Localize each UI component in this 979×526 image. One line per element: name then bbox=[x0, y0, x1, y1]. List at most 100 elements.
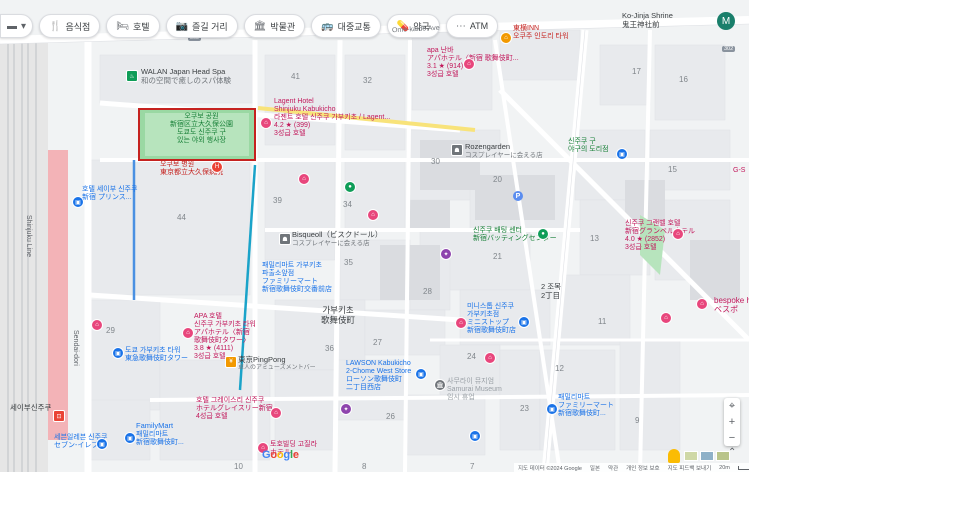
shop-pin-icon[interactable]: ▣ bbox=[518, 316, 530, 328]
hotel-pin-icon[interactable]: ⌂ bbox=[484, 352, 496, 364]
map-type-thumbnails[interactable] bbox=[684, 451, 730, 461]
place-label-kabukicho[interactable]: 가부키초 歌舞伎町 bbox=[321, 305, 355, 326]
place-label-lawson[interactable]: LAWSON Kabukicho 2-Chome West Store ローソン… bbox=[346, 360, 411, 392]
chip-museums[interactable]: 🏛 박물관 bbox=[243, 14, 306, 38]
layer-toggle-button[interactable]: ▬ ▾ bbox=[0, 14, 34, 38]
place-sub: 新宿歌舞伎町交番前店 bbox=[262, 286, 332, 294]
place-sub: 東急歌舞伎町タワー bbox=[125, 355, 188, 363]
place-name: APA 호텔 bbox=[194, 313, 222, 320]
hotel-pin-icon[interactable]: ⌂ bbox=[463, 58, 475, 70]
block-number: 26 bbox=[386, 412, 395, 421]
place-name: bespoke h bbox=[714, 296, 749, 305]
entertainment-pin-icon[interactable]: ✦ bbox=[340, 403, 352, 415]
hotel-pin-icon[interactable]: ⌂ bbox=[500, 32, 512, 44]
place-label-bespoke[interactable]: bespoke h ベスポ bbox=[714, 296, 749, 314]
hotel-pin-icon[interactable]: ⌂ bbox=[672, 228, 684, 240]
place-sub: 파출소앞점 bbox=[262, 270, 295, 278]
zoom-out-button[interactable]: − bbox=[729, 432, 735, 444]
footer-link-feedback[interactable]: 지도 피드백 보내기 bbox=[668, 464, 712, 472]
place-label-pingpong[interactable]: 東京PingPong 卓人のアミューズメントバー bbox=[238, 355, 316, 372]
place-label-kojin-shrine[interactable]: Ko-Jinja Shrine 鬼王神社前 bbox=[622, 11, 673, 29]
shop-pin-icon[interactable]: ▣ bbox=[124, 432, 136, 444]
place-name: 東横INN bbox=[513, 25, 540, 32]
hotel-pin-icon[interactable]: ⌂ bbox=[260, 117, 272, 129]
place-label-shinjuku-gu-right[interactable]: 신주쿠 구 야구의 도리점 bbox=[568, 138, 609, 154]
place-sub: ベスポ bbox=[714, 305, 739, 315]
map-data-attribution: 지도 데이터 ©2024 Google bbox=[518, 465, 582, 472]
footer-link-terms[interactable]: 약관 bbox=[608, 464, 618, 472]
block-number: 23 bbox=[520, 404, 529, 413]
district-label: 2 조목 2丁目 bbox=[541, 282, 561, 300]
place-label-toyoko[interactable]: 東横INN 오쿠주 인도리 타워 bbox=[513, 25, 568, 41]
zoom-control: ⌖ + − bbox=[724, 398, 740, 446]
place-label-okubo-park[interactable]: 오쿠보 공원 新宿区立大久保公園 도쿄도 신주쿠 구 있는 야외 행사장 bbox=[170, 113, 233, 145]
place-label-familymart-koban[interactable]: 패밀리마트 가부키초 파출소앞점 ファミリーマート 新宿歌舞伎町交番前店 bbox=[262, 262, 332, 294]
shop-pin-icon[interactable]: ▣ bbox=[112, 347, 124, 359]
train-station-icon[interactable]: ⊡ bbox=[53, 410, 65, 422]
chip-atm[interactable]: ⋯ ATM bbox=[445, 14, 499, 38]
my-location-icon[interactable]: ⌖ bbox=[729, 400, 735, 413]
place-label-walan[interactable]: WALAN Japan Head Spa 和の空間で癒しのスパ体験 bbox=[141, 67, 231, 85]
hotel-pin-icon[interactable]: ⌂ bbox=[298, 173, 310, 185]
place-label-bisqueoll[interactable]: Bisqueoll（ビスクドール） コスプレイヤーに会える店 bbox=[292, 230, 382, 247]
block-number: 29 bbox=[106, 326, 115, 335]
expand-up-icon[interactable]: ⌃ bbox=[728, 447, 736, 458]
thumbnail-satellite[interactable] bbox=[700, 451, 714, 461]
place-label-samurai-museum[interactable]: 사무라이 뮤지엄 Samurai Museum 임시 휴업 bbox=[447, 378, 502, 402]
hotel-pin-icon[interactable]: ⌂ bbox=[696, 298, 708, 310]
map-canvas[interactable]: 302 302 ▬ ▾ 🍴 음식점 🛏 호텔 📷 즐길 거리 🏛 박물관 🚌 대… bbox=[0, 0, 749, 472]
footer-link-japan[interactable]: 일본 bbox=[590, 464, 600, 472]
place-sub: 신주쿠 가부키초 타워 bbox=[194, 321, 256, 329]
shop-pin-icon[interactable]: ☗ bbox=[451, 144, 463, 156]
place-label-ministop[interactable]: 미니스톱 신주쿠 가부키초점 ミニストップ 新宿歌舞伎町店 bbox=[467, 303, 516, 335]
hospital-pin-icon[interactable]: H bbox=[211, 161, 223, 173]
shop-pin-icon[interactable]: ☗ bbox=[279, 233, 291, 245]
museum-pin-icon[interactable]: 🏛 bbox=[434, 379, 446, 391]
chip-label: 박물관 bbox=[270, 21, 296, 32]
place-sub: 가부키초점 bbox=[467, 311, 500, 319]
shop-pin-icon[interactable]: ▣ bbox=[616, 148, 628, 160]
place-label-g-s[interactable]: G-S bbox=[733, 167, 745, 175]
hotel-pin-icon[interactable]: ⌂ bbox=[91, 319, 103, 331]
place-pin-icon[interactable]: ● bbox=[344, 181, 356, 193]
zoom-in-button[interactable]: + bbox=[729, 416, 735, 428]
place-label-lagent-hotel[interactable]: Lagent Hotel Shinjuku Kabukicho 라젠트 호텔 신… bbox=[274, 98, 390, 138]
shop-pin-icon[interactable]: ▣ bbox=[415, 368, 427, 380]
entertainment-pin-icon[interactable]: ¥ bbox=[225, 356, 237, 368]
hotel-pin-icon[interactable]: ⌂ bbox=[660, 312, 672, 324]
place-label-gracery[interactable]: 호텔 그레이스리 신주쿠 ホテルグレイスリー新宿 4성급 호텔 bbox=[196, 397, 273, 421]
street-view-pegman-icon[interactable] bbox=[668, 449, 680, 463]
place-pin-icon[interactable]: ● bbox=[537, 228, 549, 240]
parking-icon[interactable]: P bbox=[513, 191, 523, 201]
shop-pin-icon[interactable]: ▣ bbox=[469, 430, 481, 442]
hotel-pin-icon[interactable]: ⌂ bbox=[270, 407, 282, 419]
chip-transit[interactable]: 🚌 대중교통 bbox=[311, 14, 381, 38]
block-number: 30 bbox=[431, 157, 440, 166]
place-label-rozengarden[interactable]: Rozengarden コスプレイヤーに会える店 bbox=[465, 142, 543, 159]
place-label-toho-tower[interactable]: 도쿄 가부키초 타워 東急歌舞伎町タワー bbox=[125, 347, 188, 363]
scale-label[interactable]: 20m bbox=[719, 465, 730, 471]
place-sub: 패밀리마트 bbox=[136, 430, 169, 438]
block-number: 36 bbox=[325, 344, 334, 353]
place-label-seibu-hotel[interactable]: 호텔 세이부 신주쿠 新宿 プリンス... bbox=[82, 186, 137, 202]
hotel-pin-icon[interactable]: ⌂ bbox=[367, 209, 379, 221]
shop-pin-icon[interactable]: ▣ bbox=[72, 196, 84, 208]
station-label-seibu-shinjuku[interactable]: 세이부신주쿠 bbox=[10, 403, 51, 413]
shop-pin-icon[interactable]: ▣ bbox=[96, 438, 108, 450]
place-label-familymart-right[interactable]: 패밀리마트 ファミリーマート 新宿歌舞伎町... bbox=[558, 394, 614, 418]
spa-pin-icon[interactable]: ♨ bbox=[126, 70, 138, 82]
place-label-granbell[interactable]: 신주쿠 그랜벨 호텔 新宿グランベルホテル 4.0 ★ (2852) 3성급 호… bbox=[625, 220, 695, 252]
thumbnail-terrain[interactable] bbox=[684, 451, 698, 461]
shop-pin-icon[interactable]: ▣ bbox=[546, 403, 558, 415]
chip-hotels[interactable]: 🛏 호텔 bbox=[106, 14, 160, 38]
chip-restaurants[interactable]: 🍴 음식점 bbox=[39, 14, 101, 38]
hotel-pin-icon[interactable]: ⌂ bbox=[455, 317, 467, 329]
footer-link-privacy[interactable]: 개인 정보 보호 bbox=[626, 464, 659, 472]
account-avatar[interactable]: M bbox=[717, 12, 735, 30]
block-number: 44 bbox=[177, 213, 186, 222]
chip-things-to-do[interactable]: 📷 즐길 거리 bbox=[165, 14, 238, 38]
place-label-familymart-bottom[interactable]: FamilyMart 패밀리마트 新宿歌舞伎町... bbox=[136, 421, 184, 447]
place-sub: 和の空間で癒しのスパ体験 bbox=[141, 75, 231, 85]
hotel-pin-icon[interactable]: ⌂ bbox=[182, 327, 194, 339]
entertainment-pin-icon[interactable]: ✦ bbox=[440, 248, 452, 260]
